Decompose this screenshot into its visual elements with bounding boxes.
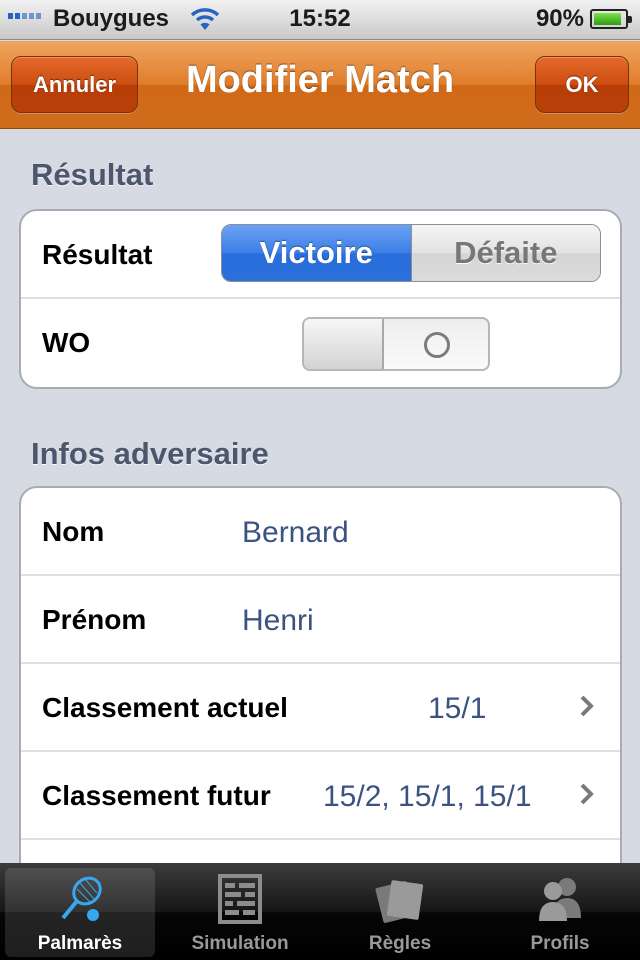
off-circle-icon <box>424 332 450 358</box>
classement-futur-value: 15/2, 15/1, 15/1 <box>323 780 532 813</box>
classement-actuel-label: Classement actuel <box>42 692 288 723</box>
section-header-opponent: Infos adversaire <box>31 436 269 471</box>
cards-icon <box>375 880 424 923</box>
battery-percentage: 90% <box>535 5 584 32</box>
result-row: Résultat Victoire Défaite <box>21 211 620 299</box>
wo-label: WO <box>42 327 91 358</box>
prenom-label: Prénom <box>42 604 147 635</box>
nom-value[interactable]: Bernard <box>242 516 349 550</box>
wo-toggle[interactable] <box>302 317 490 371</box>
section-header-result: Résultat <box>31 157 154 192</box>
table-row[interactable]: Nom Bernard <box>21 488 620 576</box>
wo-row: WO <box>21 299 620 387</box>
toggle-knob[interactable] <box>304 319 384 369</box>
battery-icon <box>590 9 632 29</box>
segment-defaite[interactable]: Défaite <box>410 225 600 281</box>
result-segmented-control[interactable]: Victoire Défaite <box>221 224 601 282</box>
nom-label: Nom <box>42 516 105 547</box>
form-content[interactable]: Résultat Résultat Victoire Défaite WO In… <box>0 130 640 863</box>
table-row[interactable]: Prénom Henri <box>21 576 620 664</box>
tab-label: Palmarès <box>37 933 123 954</box>
tab-label: Profils <box>530 933 590 954</box>
segment-victoire[interactable]: Victoire <box>222 225 411 281</box>
users-icon <box>539 878 581 921</box>
status-bar: Bouygues 15:52 90% <box>0 0 640 40</box>
prenom-value[interactable]: Henri <box>242 604 314 638</box>
table-row[interactable]: Classement actuel 15/1 <box>21 664 620 752</box>
tennis-racket-icon <box>61 876 102 921</box>
result-group: Résultat Victoire Défaite WO <box>19 209 622 389</box>
opponent-group: Nom Bernard Prénom Henri Classement actu… <box>19 486 622 863</box>
tab-simulation[interactable]: Simulation <box>160 863 320 960</box>
ok-button[interactable]: OK <box>535 56 629 113</box>
result-label: Résultat <box>42 239 153 270</box>
table-row[interactable]: Classement futur 15/2, 15/1, 15/1 <box>21 752 620 840</box>
tab-profils[interactable]: Profils <box>480 863 640 960</box>
tab-label: Simulation <box>191 933 289 954</box>
tab-bar: Palmarès Simulation Règles Profils <box>0 863 640 960</box>
chevron-right-icon[interactable] <box>574 694 598 718</box>
classement-actuel-value: 15/1 <box>428 692 487 725</box>
tab-regles[interactable]: Règles <box>320 863 480 960</box>
navigation-bar: Annuler Modifier Match OK <box>0 41 640 129</box>
classement-futur-label: Classement futur <box>42 780 271 811</box>
tab-label: Règles <box>368 933 432 954</box>
tab-palmares[interactable]: Palmarès <box>0 863 160 960</box>
chevron-right-icon[interactable] <box>574 782 598 806</box>
abacus-icon <box>218 874 262 924</box>
table-row[interactable] <box>21 840 620 863</box>
